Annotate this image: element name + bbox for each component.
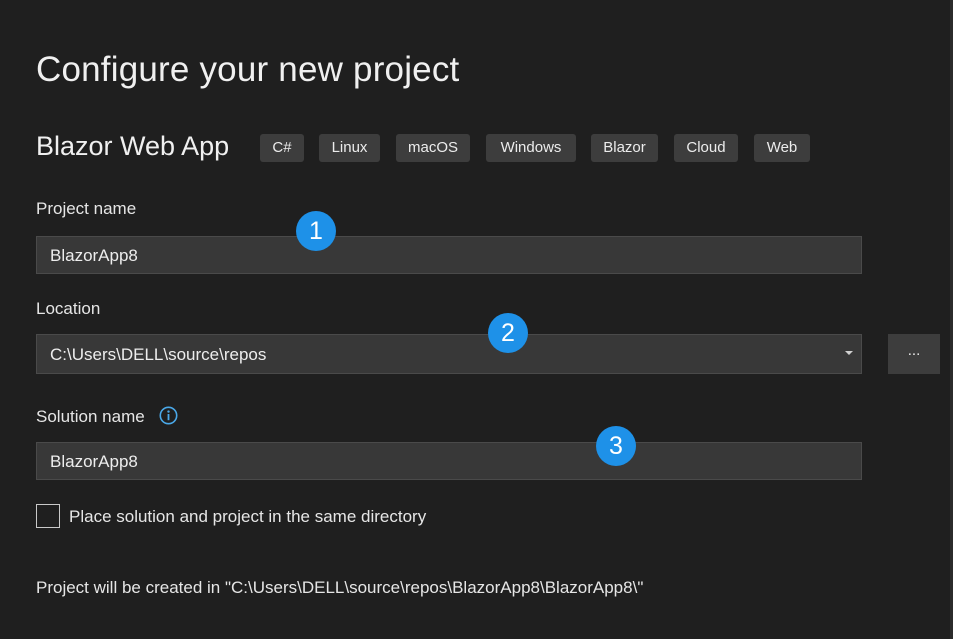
project-name-input[interactable]: BlazorApp8 (36, 236, 862, 274)
same-directory-label[interactable]: Place solution and project in the same d… (69, 507, 426, 527)
same-directory-checkbox[interactable] (36, 504, 60, 528)
tag-blazor: Blazor (591, 134, 658, 162)
annotation-badge-2: 2 (488, 313, 528, 353)
solution-name-value: BlazorApp8 (50, 452, 138, 471)
solution-name-label: Solution name (36, 407, 145, 426)
browse-button[interactable]: ... (888, 334, 940, 374)
project-path-preview: Project will be created in "C:\Users\DEL… (36, 578, 644, 597)
tag-macos: macOS (396, 134, 470, 162)
tag-windows: Windows (486, 134, 576, 162)
location-value: C:\Users\DELL\source\repos (50, 345, 267, 364)
project-name-value: BlazorApp8 (50, 246, 138, 265)
project-name-label: Project name (36, 199, 137, 218)
annotation-badge-1: 1 (296, 211, 336, 251)
chevron-down-icon[interactable] (845, 351, 853, 355)
solution-name-input[interactable]: BlazorApp8 (36, 442, 862, 480)
page-title: Configure your new project (36, 50, 460, 89)
location-combobox[interactable]: C:\Users\DELL\source\repos (36, 334, 862, 374)
tag-cloud: Cloud (674, 134, 738, 162)
info-icon[interactable] (159, 406, 178, 425)
annotation-badge-3: 3 (596, 426, 636, 466)
tag-web: Web (754, 134, 810, 162)
location-label: Location (36, 299, 101, 318)
tag-linux: Linux (319, 134, 380, 162)
template-name: Blazor Web App (36, 131, 230, 161)
tag-csharp: C# (260, 134, 304, 162)
